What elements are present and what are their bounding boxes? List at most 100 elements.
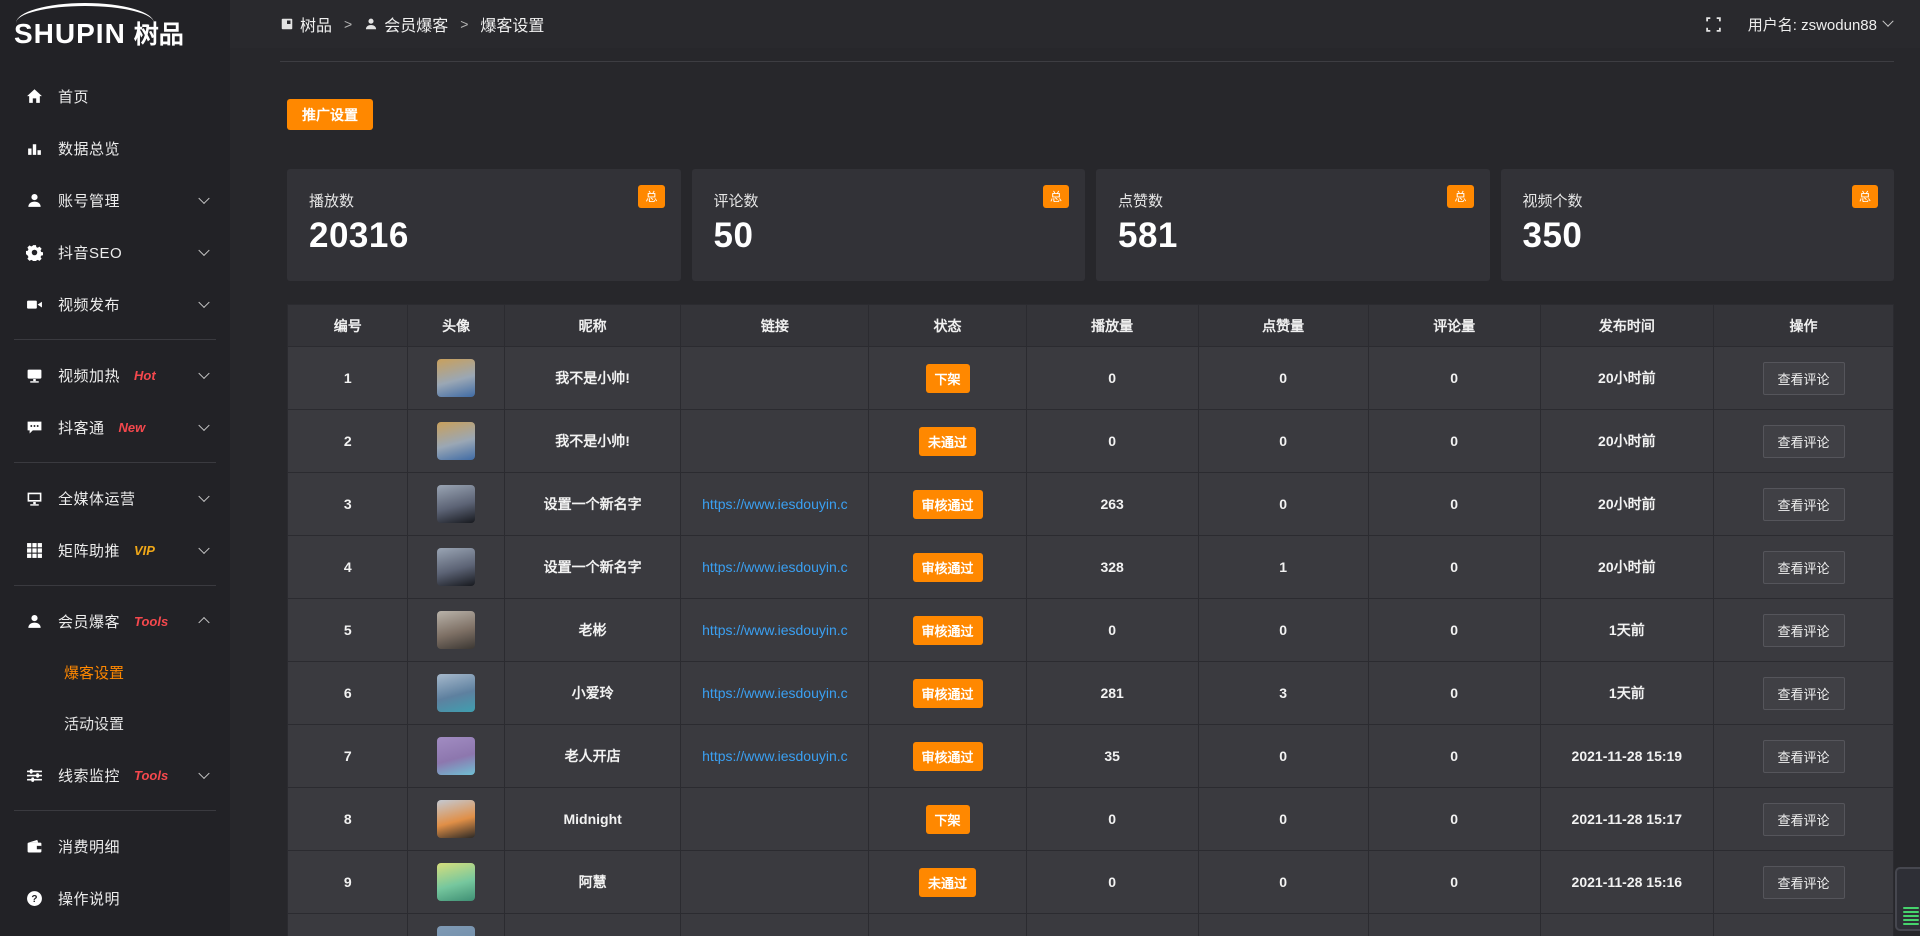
sidebar-item-11[interactable]: 线索监控Tools xyxy=(0,749,230,801)
cell-likes: 0 xyxy=(1198,410,1368,473)
cell-link: https://www.iesdouyin.c xyxy=(681,725,869,788)
cell-comments: 0 xyxy=(1368,788,1540,851)
video-link[interactable]: https://www.iesdouyin.c xyxy=(702,496,848,512)
stat-value: 350 xyxy=(1523,216,1873,256)
video-link[interactable]: https://www.iesdouyin.c xyxy=(702,685,848,701)
view-comments-button[interactable]: 查看评论 xyxy=(1763,362,1845,395)
sidebar-item-9[interactable]: 矩阵助推VIP xyxy=(0,524,230,576)
sidebar-item-label: 抖音SEO xyxy=(58,242,122,263)
sidebar-item-10[interactable]: 会员爆客Tools xyxy=(0,595,230,647)
cell-plays: 0 xyxy=(1026,788,1198,851)
cell-nickname: 老人开店 xyxy=(504,725,681,788)
cell-likes xyxy=(1198,914,1368,936)
table-row: 7老人开店https://www.iesdouyin.c审核通过35002021… xyxy=(288,725,1894,788)
cell-time: 20小时前 xyxy=(1540,536,1713,599)
view-comments-button[interactable]: 查看评论 xyxy=(1763,425,1845,458)
cell-status: 下架 xyxy=(869,347,1026,410)
breadcrumb-item[interactable]: 会员爆客 xyxy=(384,12,448,36)
cell-nickname: 我不是小帅! xyxy=(504,347,681,410)
cell-time: 20小时前 xyxy=(1540,410,1713,473)
svg-text:?: ? xyxy=(31,894,37,905)
view-comments-button[interactable]: 查看评论 xyxy=(1763,740,1845,773)
cell-time: 1天前 xyxy=(1540,662,1713,725)
status-badge: 未通过 xyxy=(919,868,976,897)
video-link[interactable]: https://www.iesdouyin.c xyxy=(702,748,848,764)
column-header: 评论量 xyxy=(1368,305,1540,347)
table-header-row: 编号头像昵称链接状态播放量点赞量评论量发布时间操作 xyxy=(288,305,1894,347)
cell-nickname: 设置一个新名字 xyxy=(504,473,681,536)
topbar-right: 用户名: zswodun88 xyxy=(1705,14,1892,35)
cell-avatar xyxy=(408,788,504,851)
breadcrumb-item[interactable]: 树品 xyxy=(300,12,332,36)
user-icon xyxy=(364,17,378,31)
cell-avatar xyxy=(408,347,504,410)
cell-likes: 0 xyxy=(1198,473,1368,536)
cell-action: 查看评论 xyxy=(1714,410,1894,473)
sidebar-item-12[interactable]: 消费明细 xyxy=(0,820,230,872)
video-link[interactable]: https://www.iesdouyin.c xyxy=(702,559,848,575)
username[interactable]: 用户名: zswodun88 xyxy=(1748,14,1877,35)
column-header: 点赞量 xyxy=(1198,305,1368,347)
breadcrumb-separator: > xyxy=(344,16,352,32)
menu-tag: Tools xyxy=(134,614,168,629)
sidebar-item-label: 抖客通 xyxy=(58,417,105,438)
sidebar-item-13[interactable]: ?操作说明 xyxy=(0,872,230,924)
sidebar-item-8[interactable]: 全媒体运营 xyxy=(0,472,230,524)
sidebar-item-6[interactable]: 视频加热Hot xyxy=(0,349,230,401)
cell-likes: 0 xyxy=(1198,347,1368,410)
view-comments-button[interactable]: 查看评论 xyxy=(1763,803,1845,836)
stat-label: 视频个数 xyxy=(1523,190,1873,211)
sidebar-item-4[interactable]: 抖音SEO xyxy=(0,226,230,278)
user-icon xyxy=(26,192,43,209)
cell-nickname: Midnight xyxy=(504,788,681,851)
cell-action: 查看评论 xyxy=(1714,851,1894,914)
cell-time: 20小时前 xyxy=(1540,473,1713,536)
cell-id: 3 xyxy=(288,473,408,536)
view-comments-button[interactable]: 查看评论 xyxy=(1763,866,1845,899)
chevron-down-icon xyxy=(1882,16,1893,27)
cell-time: 1天前 xyxy=(1540,599,1713,662)
cell-id: 1 xyxy=(288,347,408,410)
fullscreen-icon[interactable] xyxy=(1705,16,1722,33)
avatar xyxy=(437,548,475,586)
promo-settings-button[interactable]: 推广设置 xyxy=(287,99,373,130)
cell-avatar xyxy=(408,662,504,725)
cell-comments: 0 xyxy=(1368,473,1540,536)
chevron-up-icon xyxy=(198,617,209,628)
sidebar-subitem[interactable]: 爆客设置 xyxy=(0,647,230,698)
view-comments-button[interactable]: 查看评论 xyxy=(1763,614,1845,647)
content: 推广设置 播放数20316总评论数50总点赞数581总视频个数350总 编号头像… xyxy=(230,61,1920,936)
cell-comments: 0 xyxy=(1368,599,1540,662)
sidebar-item-3[interactable]: 账号管理 xyxy=(0,174,230,226)
view-comments-button[interactable]: 查看评论 xyxy=(1763,551,1845,584)
breadcrumb: 树品>会员爆客>爆客设置 xyxy=(280,12,544,36)
divider xyxy=(280,61,1894,62)
table-row: 8Midnight下架0002021-11-28 15:17查看评论 xyxy=(288,788,1894,851)
sidebar-item-7[interactable]: 抖客通New xyxy=(0,401,230,453)
view-comments-button[interactable]: 查看评论 xyxy=(1763,677,1845,710)
divider xyxy=(14,585,216,586)
brand-logo[interactable]: SHUPIN 树品 xyxy=(0,0,230,52)
sidebar-item-1[interactable]: 首页 xyxy=(0,70,230,122)
stat-total-badge: 总 xyxy=(1043,185,1069,208)
sidebar-item-2[interactable]: 数据总览 xyxy=(0,122,230,174)
avatar xyxy=(437,863,475,901)
stat-card: 播放数20316总 xyxy=(287,169,681,281)
stat-card: 视频个数350总 xyxy=(1501,169,1895,281)
cell-action: 查看评论 xyxy=(1714,347,1894,410)
main-area: 树品>会员爆客>爆客设置 用户名: zswodun88 推广设置 播放数2031… xyxy=(230,0,1920,936)
cell-likes: 0 xyxy=(1198,788,1368,851)
cell-plays: 328 xyxy=(1026,536,1198,599)
sidebar-item-label: 视频加热 xyxy=(58,365,120,386)
sidebar-item-5[interactable]: 视频发布 xyxy=(0,278,230,330)
floating-widget[interactable] xyxy=(1895,867,1920,931)
cell-status: 审核通过 xyxy=(869,536,1026,599)
help-icon: ? xyxy=(26,890,43,907)
sidebar-subitem[interactable]: 活动设置 xyxy=(0,698,230,749)
divider xyxy=(14,339,216,340)
video-link[interactable]: https://www.iesdouyin.c xyxy=(702,622,848,638)
view-comments-button[interactable]: 查看评论 xyxy=(1763,488,1845,521)
cell-plays: 281 xyxy=(1026,662,1198,725)
breadcrumb-item[interactable]: 爆客设置 xyxy=(480,12,544,36)
cell-nickname: 阿慧 xyxy=(504,851,681,914)
